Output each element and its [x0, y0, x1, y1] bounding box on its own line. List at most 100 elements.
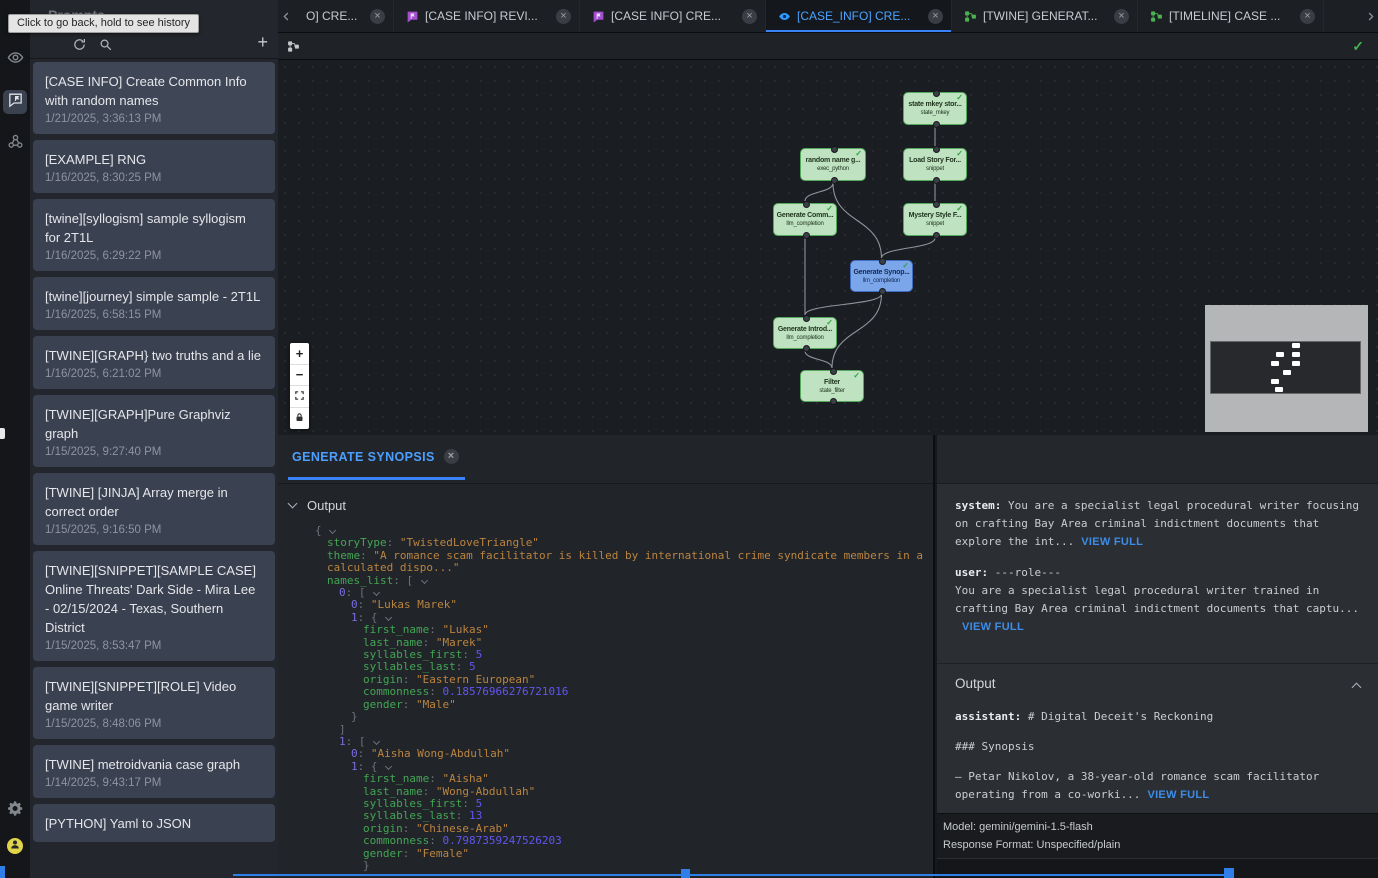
lock-button[interactable] — [290, 408, 309, 430]
node-title: state mkey stor... — [908, 101, 961, 108]
tab-label: [CASE INFO] REVI... — [425, 9, 550, 23]
prompt-list-item[interactable]: [TWINE] [JINJA] Array merge in correct o… — [33, 473, 275, 545]
json-line: ] — [315, 724, 925, 736]
generate-synopsis-tab[interactable]: GENERATE SYNOPSIS × — [288, 449, 465, 480]
editor-tab[interactable]: [CASE INFO] CRE...× — [580, 0, 766, 32]
editor-tab[interactable]: [TIMELINE] CASE ...× — [1138, 0, 1324, 32]
rail-settings-gear-button[interactable] — [3, 799, 27, 823]
editor-tab[interactable]: [CASE_INFO] CRE...× — [766, 0, 952, 32]
collapse-caret-icon[interactable] — [385, 763, 392, 770]
minimap-node — [1292, 343, 1300, 348]
prompt-list-item[interactable]: [TWINE][GRAPH]Pure Graphviz graph1/15/20… — [33, 395, 275, 467]
prompt-list-item[interactable]: [CASE INFO] Create Common Info with rand… — [33, 62, 275, 134]
fit-view-button[interactable] — [290, 386, 309, 408]
json-token: } — [363, 859, 370, 872]
graph-node-random_name[interactable]: random name g...exec_python✓ — [800, 148, 866, 181]
prompt-list-item[interactable]: [EXAMPLE] RNG1/16/2025, 8:30:25 PM — [33, 140, 275, 193]
rail-prompt-bubble-button[interactable] — [3, 90, 27, 114]
node-graph-canvas[interactable]: +− state mkey stor...state_mkey✓random n… — [278, 60, 1378, 435]
editor-tab[interactable]: [CASE INFO] REVI... × — [394, 0, 580, 32]
collapse-caret-icon[interactable] — [421, 577, 428, 584]
tab-close-icon[interactable]: × — [444, 449, 459, 464]
selection-corner — [0, 866, 5, 878]
json-token: : — [462, 797, 475, 810]
collapse-caret-icon[interactable] — [385, 614, 392, 621]
json-token: 5 — [476, 797, 483, 810]
collapse-caret-icon[interactable] — [329, 527, 336, 534]
assistant-text: ### Synopsis — [955, 740, 1034, 753]
graph-node-state_mkey[interactable]: state mkey stor...state_mkey✓ — [903, 92, 967, 125]
prompt-title: [TWINE][GRAPH]Pure Graphviz graph — [45, 405, 263, 443]
node-title: random name g... — [806, 157, 861, 164]
graph-node-generate_synopsis[interactable]: Generate Synop...llm_completion✓ — [850, 260, 913, 292]
person-icon — [9, 838, 21, 854]
selection-handle[interactable] — [681, 869, 690, 878]
rail-eye-button[interactable] — [3, 48, 27, 72]
editor-tab[interactable]: [TWINE] GENERAT...× — [952, 0, 1138, 32]
graph-node-filter[interactable]: Filterstate_filter✓ — [800, 370, 864, 402]
zoom-in-button[interactable]: + — [290, 343, 309, 365]
settings-gear-icon — [7, 800, 24, 822]
tab-close-icon[interactable]: × — [1300, 9, 1315, 24]
output-tab-row: GENERATE SYNOPSIS × — [278, 435, 933, 484]
tab-close-icon[interactable]: × — [742, 9, 757, 24]
json-token: "Male" — [416, 698, 456, 711]
prompt-list-item[interactable]: [TWINE][GRAPH} two truths and a lie1/16/… — [33, 336, 275, 389]
search-icon[interactable] — [98, 37, 113, 52]
json-line: } — [315, 711, 925, 723]
selection-line — [233, 874, 1233, 876]
message-text: You are a specialist legal procedural wr… — [955, 584, 1359, 615]
view-full-link[interactable]: VIEW FULL — [1147, 789, 1209, 801]
editor-tab[interactable]: O] CRE...× — [294, 0, 394, 32]
prompt-title: [CASE INFO] Create Common Info with rand… — [45, 72, 263, 110]
zoom-out-button[interactable]: − — [290, 365, 309, 387]
json-output-tree[interactable]: { storyType: "TwistedLoveTriangle"theme:… — [315, 525, 925, 878]
tab-close-icon[interactable]: × — [928, 9, 943, 24]
prompt-list-item[interactable]: [twine][syllogism] sample syllogism for … — [33, 199, 275, 271]
json-token: : { — [358, 760, 385, 773]
rail-account-button[interactable] — [3, 834, 27, 858]
node-subtitle: llm_completion — [786, 335, 823, 341]
git-graph-icon[interactable] — [287, 40, 300, 53]
refresh-icon[interactable] — [72, 37, 87, 52]
add-prompt-button[interactable]: + — [257, 32, 268, 53]
tab-close-icon[interactable]: × — [1114, 9, 1129, 24]
json-token: "Aisha Wong-Abdullah" — [371, 747, 510, 760]
graph-edge — [805, 294, 882, 315]
prompts-list: [CASE INFO] Create Common Info with rand… — [33, 62, 275, 878]
prompts-toolbar: + — [30, 30, 278, 59]
prompt-list-item[interactable]: [TWINE][SNIPPET][ROLE] Video game writer… — [33, 667, 275, 739]
prompt-list-item[interactable]: [TWINE][SNIPPET][SAMPLE CASE] Online Thr… — [33, 551, 275, 661]
tab-close-icon[interactable]: × — [370, 9, 385, 24]
tab-scroll-right-icon[interactable] — [1362, 0, 1378, 32]
collapse-caret-icon[interactable] — [373, 589, 380, 596]
prompt-list-item[interactable]: [twine][journey] simple sample - 2T1L1/1… — [33, 277, 275, 330]
canvas-minimap[interactable] — [1205, 305, 1368, 432]
json-line: 0: "Lukas Marek" — [315, 599, 925, 611]
node-subtitle: state_filter — [819, 388, 844, 394]
graph-node-load_story[interactable]: Load Story For...snippet✓ — [903, 148, 967, 181]
json-token: : — [403, 847, 416, 860]
json-token: "Aisha" — [442, 772, 488, 785]
node-subtitle: llm_completion — [786, 221, 823, 227]
view-full-link[interactable]: VIEW FULL — [962, 621, 1024, 633]
output-section-header[interactable]: Output — [289, 498, 346, 513]
graph-node-generate_common[interactable]: Generate Comm...llm_completion✓ — [773, 203, 837, 236]
history-tooltip: Click to go back, hold to see history — [8, 14, 199, 33]
prompt-list-item[interactable]: [TWINE] metroidvania case graph1/14/2025… — [33, 745, 275, 798]
json-line: names_list: [ — [315, 575, 925, 587]
node-subtitle: snippet — [926, 221, 944, 227]
graph-green-icon — [1150, 10, 1163, 23]
json-token: "Female" — [416, 847, 469, 860]
prompt-list-item[interactable]: [PYTHON] Yaml to JSON — [33, 804, 275, 842]
graph-node-mystery_style[interactable]: Mystery Style F...snippet✓ — [903, 203, 967, 236]
rail-webhook-button[interactable] — [3, 132, 27, 156]
collapse-caret-icon[interactable] — [373, 738, 380, 745]
view-full-link[interactable]: VIEW FULL — [1081, 536, 1143, 548]
node-subtitle: state_mkey — [921, 110, 950, 116]
selection-handle[interactable] — [1224, 868, 1234, 878]
tab-close-icon[interactable]: × — [556, 9, 571, 24]
graph-node-generate_introduction[interactable]: Generate Introd...llm_completion✓ — [773, 317, 837, 349]
json-token: : — [429, 772, 442, 785]
tab-scroll-left-icon[interactable] — [278, 0, 294, 32]
